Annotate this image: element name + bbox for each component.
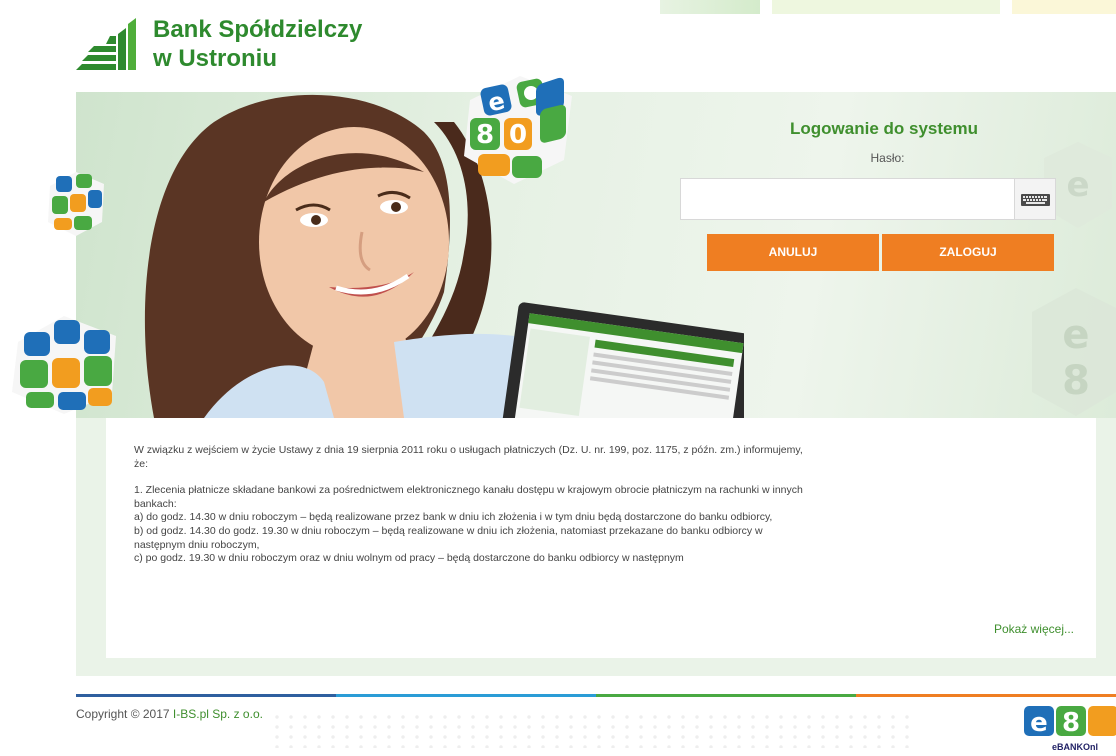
header-decor-bar-lime xyxy=(772,0,1000,14)
footer-dots-decor xyxy=(270,712,910,748)
e8-cube-left-icon xyxy=(12,316,116,414)
header-decor-bar-yellow xyxy=(1012,0,1116,14)
virtual-keyboard-icon xyxy=(1021,194,1050,206)
password-label: Hasło: xyxy=(870,151,905,165)
svg-text:0: 0 xyxy=(509,120,527,150)
bank-name-line2: w Ustroniu xyxy=(153,45,277,72)
info-item-b: b) od godz. 14.30 do godz. 19.30 w dniu … xyxy=(134,524,763,551)
bank-name: Bank Spółdzielczy w Ustroniu xyxy=(153,15,362,73)
cancel-button[interactable]: ANULUJ xyxy=(707,234,879,271)
e8-cube-large-icon: e 8 0 xyxy=(464,76,572,184)
info-item-a: a) do godz. 14.30 w dniu roboczym – będą… xyxy=(134,511,773,524)
info-text: W związku z wejściem w życie Ustawy z dn… xyxy=(134,444,814,566)
virtual-keyboard-button[interactable] xyxy=(1015,178,1056,220)
info-item-c: c) po godz. 19.30 w dniu roboczym oraz w… xyxy=(134,552,684,565)
copyright-prefix: Copyright © 2017 xyxy=(76,707,170,721)
copyright: Copyright © 2017 I-BS.pl Sp. z o.o. xyxy=(76,707,263,721)
show-more-link[interactable]: Pokaż więcej... xyxy=(994,622,1074,636)
footer-divider xyxy=(76,694,1116,697)
header-decor-bar-green xyxy=(660,0,760,14)
password-input[interactable] xyxy=(680,178,1015,220)
login-button[interactable]: ZALOGUJ xyxy=(882,234,1054,271)
company-link[interactable]: I-BS.pl Sp. z o.o. xyxy=(173,707,263,721)
svg-text:e: e xyxy=(1030,708,1048,738)
svg-text:8: 8 xyxy=(1062,708,1080,738)
info-panel: W związku z wejściem w życie Ustawy z dn… xyxy=(106,418,1096,658)
info-intro: W związku z wejściem w życie Ustawy z dn… xyxy=(134,444,803,470)
info-item-1: 1. Zlecenia płatnicze składane bankowi z… xyxy=(134,484,803,510)
svg-text:8: 8 xyxy=(476,120,494,150)
bank-logo-icon xyxy=(76,18,136,70)
text-fade-overlay xyxy=(106,568,1096,638)
ebank-caption: eBANKOnl xyxy=(1052,742,1099,752)
e8-cube-small-icon xyxy=(48,172,104,236)
woman-with-tablet-photo xyxy=(144,94,744,418)
svg-text:e: e xyxy=(1062,312,1089,358)
svg-text:8: 8 xyxy=(1062,358,1090,404)
bank-name-line1: Bank Spółdzielczy xyxy=(153,16,363,43)
login-title: Logowanie do systemu xyxy=(790,119,978,138)
decor-cube-faint-bottom: e 8 xyxy=(1032,288,1116,416)
svg-text:e: e xyxy=(1066,165,1089,205)
